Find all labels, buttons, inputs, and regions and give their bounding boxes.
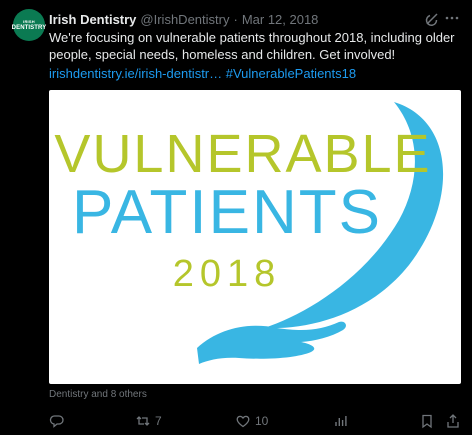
tweet-actions: 7 10	[49, 411, 461, 431]
tweet-image[interactable]: VULNERABLE PATIENTS 2018	[49, 90, 461, 384]
retweet-count: 7	[155, 414, 162, 428]
retweet-icon	[136, 416, 150, 426]
bookmark-icon	[422, 414, 432, 429]
reply-button[interactable]	[49, 411, 69, 431]
bookmark-button[interactable]	[419, 411, 435, 431]
author-handle[interactable]: @IrishDentistry	[140, 12, 229, 27]
media-line2: PATIENTS	[72, 178, 382, 247]
tweet-links: irishdentistry.ie/irish-dentistr… #Vulne…	[49, 65, 356, 82]
avatar[interactable]: IRISH DENTISTRY	[11, 9, 47, 41]
grok-icon[interactable]	[424, 11, 440, 27]
tweet-link[interactable]: irishdentistry.ie/irish-dentistr…	[49, 66, 222, 81]
views-icon	[335, 416, 347, 426]
views-button[interactable]	[333, 411, 353, 431]
hand-shape	[197, 321, 346, 364]
share-button[interactable]	[445, 411, 461, 431]
tweet-hashtag[interactable]: #VulnerablePatients18	[226, 66, 356, 81]
tweet-header: Irish Dentistry @IrishDentistry · Mar 12…	[49, 9, 462, 29]
avatar-text-bottom: DENTISTRY	[11, 24, 47, 31]
liked-by[interactable]: Dentistry and 8 others	[49, 389, 147, 400]
share-icon	[447, 414, 459, 428]
tweet-text: We're focusing on vulnerable patients th…	[49, 30, 455, 62]
like-count: 10	[255, 414, 269, 428]
like-icon	[236, 415, 250, 428]
author-name[interactable]: Irish Dentistry	[49, 12, 136, 27]
avatar-text-top: IRISH	[23, 18, 35, 24]
like-button[interactable]: 10	[235, 411, 268, 431]
media-line3: 2018	[173, 253, 282, 295]
more-icon[interactable]	[444, 9, 460, 25]
reply-icon	[49, 415, 64, 428]
separator-dot: ·	[233, 11, 238, 27]
retweet-button[interactable]: 7	[135, 411, 162, 431]
tweet-date[interactable]: Mar 12, 2018	[242, 12, 319, 27]
media-line1: VULNERABLE	[54, 124, 431, 184]
